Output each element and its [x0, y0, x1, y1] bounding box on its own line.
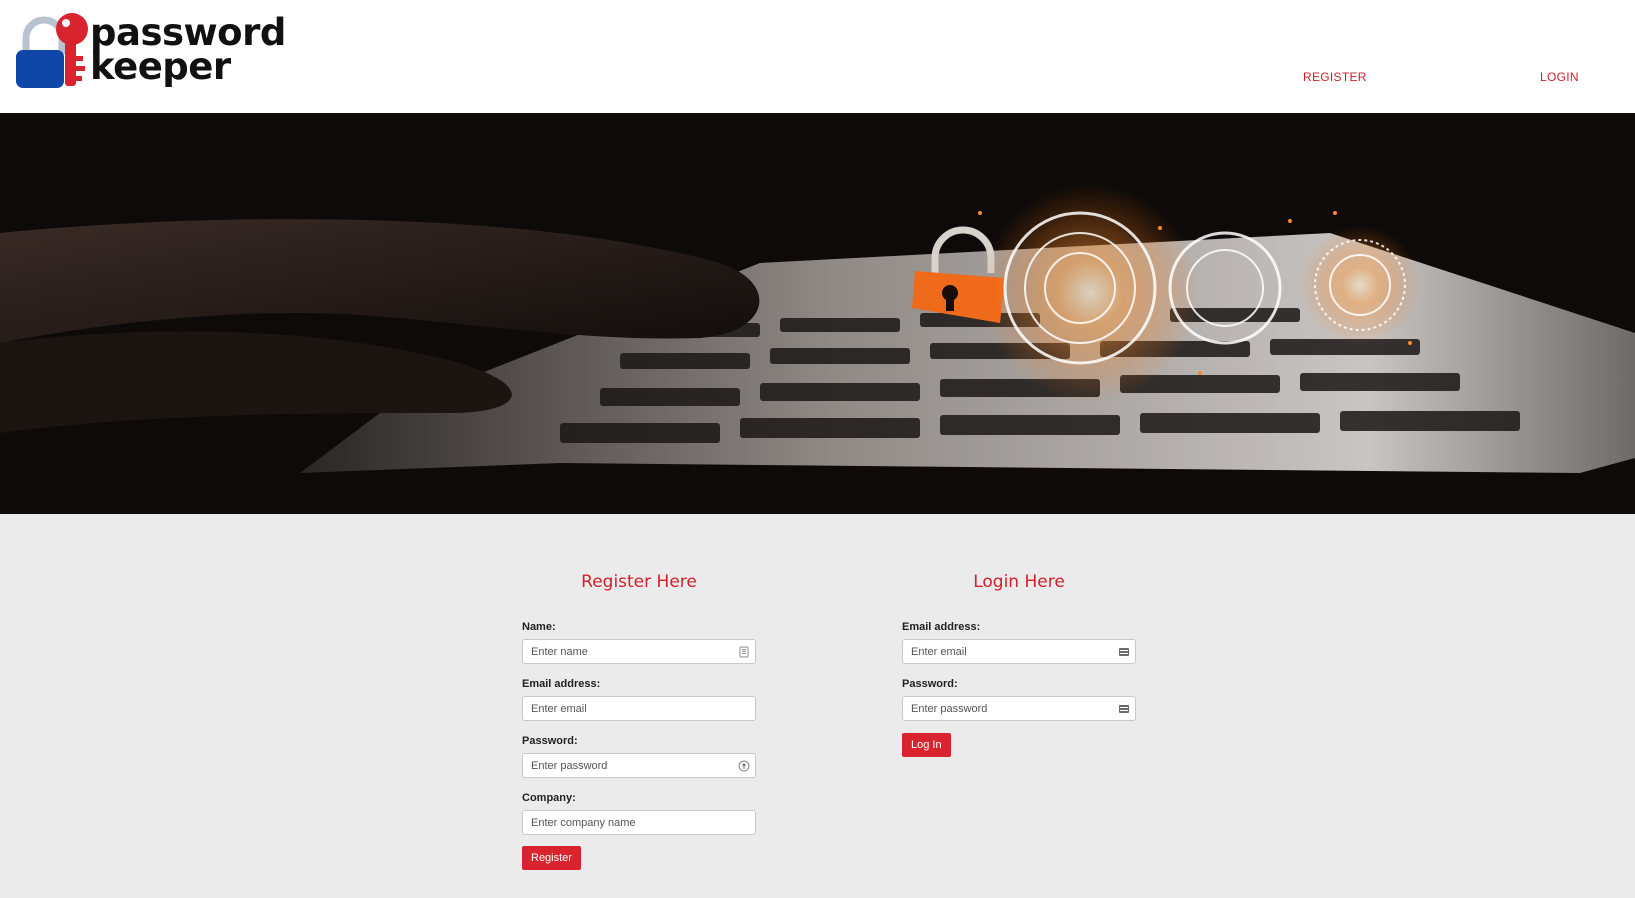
register-email-input[interactable]: [523, 697, 755, 720]
company-field-wrapper: [522, 810, 756, 835]
hero-banner: [0, 113, 1635, 514]
register-password-field-wrapper: [522, 753, 756, 778]
login-email-input[interactable]: [903, 640, 1135, 663]
logo-line-2: keeper: [90, 45, 231, 88]
name-label: Name:: [522, 621, 556, 633]
login-email-field-wrapper: [902, 639, 1136, 664]
lock-key-icon: [16, 13, 88, 88]
autofill-card-icon: [1119, 648, 1129, 656]
password-key-icon: [738, 760, 750, 772]
login-title: Login Here: [973, 572, 1065, 592]
logo-wordmark: password keeper: [90, 14, 286, 88]
nav-register-link[interactable]: REGISTER: [1303, 70, 1367, 84]
login-button[interactable]: Log In: [902, 733, 951, 757]
logo[interactable]: password keeper: [16, 12, 286, 92]
login-password-input[interactable]: [903, 697, 1135, 720]
forms-section: Register Here Name: Email address: Passw…: [0, 514, 1635, 898]
register-button[interactable]: Register: [522, 846, 581, 870]
login-email-label: Email address:: [902, 621, 981, 633]
company-input[interactable]: [523, 811, 755, 834]
autofill-card-icon: [1119, 705, 1129, 713]
contact-card-icon: [739, 646, 749, 658]
register-email-field-wrapper: [522, 696, 756, 721]
register-email-label: Email address:: [522, 678, 601, 690]
register-password-input[interactable]: [523, 754, 755, 777]
name-input[interactable]: [523, 640, 755, 663]
hero-image: [0, 113, 1635, 514]
company-label: Company:: [522, 792, 576, 804]
nav-login-link[interactable]: LOGIN: [1540, 70, 1579, 84]
register-title: Register Here: [581, 572, 697, 592]
register-password-label: Password:: [522, 735, 578, 747]
login-password-label: Password:: [902, 678, 958, 690]
login-password-field-wrapper: [902, 696, 1136, 721]
site-header: password keeper REGISTER LOGIN: [0, 0, 1635, 113]
name-field-wrapper: [522, 639, 756, 664]
